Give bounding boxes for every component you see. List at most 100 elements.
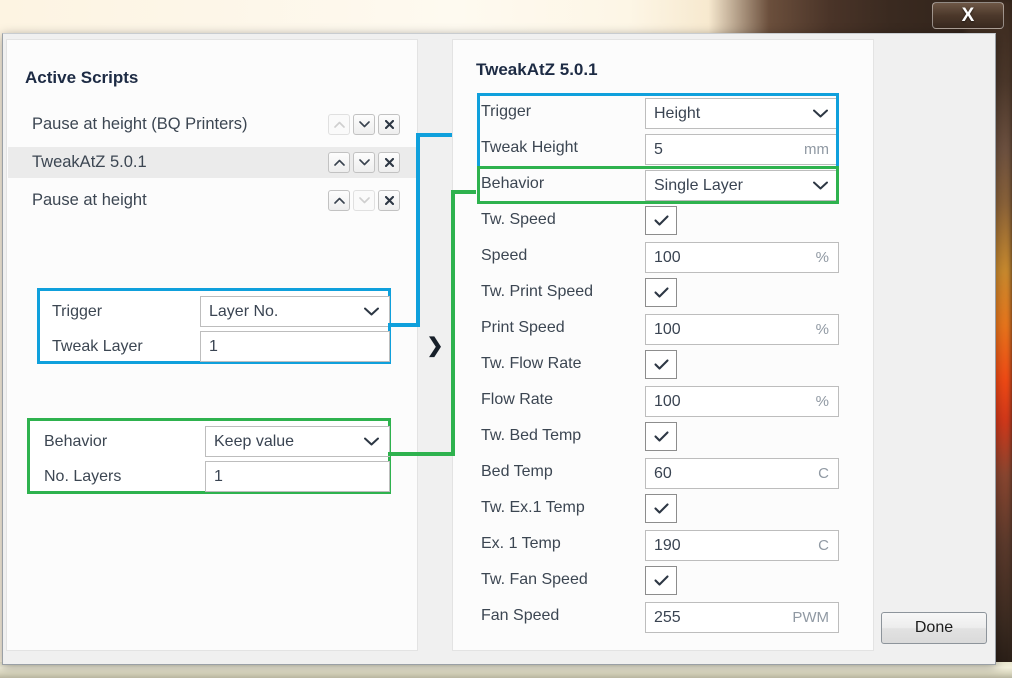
- property-input[interactable]: 60 C: [645, 458, 839, 489]
- left-behavior-label: Behavior: [44, 432, 108, 450]
- script-name: TweakAtZ 5.0.1: [32, 153, 147, 171]
- property-value: 190: [654, 536, 681, 554]
- property-row: Tw. Fan Speed: [453, 564, 873, 600]
- property-label: Tweak Height: [481, 139, 578, 156]
- panel-splitter[interactable]: ❯: [420, 39, 450, 651]
- left-trigger-value: Layer No.: [209, 302, 279, 320]
- property-label: Tw. Speed: [481, 211, 556, 228]
- property-unit: C: [818, 465, 829, 482]
- property-row: Trigger Height: [453, 96, 873, 132]
- script-settings-dialog: Active Scripts Pause at height (BQ Print…: [2, 33, 996, 665]
- script-row-buttons: [328, 152, 400, 173]
- property-label: Behavior: [481, 175, 545, 192]
- move-down-icon[interactable]: [353, 152, 375, 173]
- check-icon: [653, 575, 669, 586]
- property-row: Tweak Height 5 mm: [453, 132, 873, 168]
- left-tweak-layer-label: Tweak Layer: [52, 337, 143, 355]
- left-trigger-select[interactable]: Layer No.: [200, 296, 390, 327]
- property-row: Behavior Single Layer: [453, 168, 873, 204]
- remove-script-icon[interactable]: [378, 190, 400, 211]
- property-value: Height: [654, 104, 701, 122]
- script-name: Pause at height (BQ Printers): [32, 115, 248, 133]
- left-behavior-value: Keep value: [214, 432, 295, 450]
- script-row[interactable]: Pause at height: [8, 185, 416, 216]
- property-label: Trigger: [481, 103, 532, 120]
- move-down-icon[interactable]: [353, 114, 375, 135]
- property-label: Tw. Bed Temp: [481, 427, 582, 444]
- property-unit: PWM: [792, 609, 829, 626]
- property-row: Tw. Bed Temp: [453, 420, 873, 456]
- property-row: Tw. Flow Rate: [453, 348, 873, 384]
- property-input[interactable]: 255 PWM: [645, 602, 839, 633]
- left-tweak-layer-row: Tweak Layer 1: [40, 328, 390, 365]
- left-behavior-select[interactable]: Keep value: [205, 426, 390, 457]
- active-scripts-title: Active Scripts: [25, 68, 139, 87]
- left-trigger-group-highlight: Trigger Layer No. Tweak Layer 1: [37, 288, 391, 364]
- close-button[interactable]: X: [932, 2, 1004, 29]
- property-value: 255: [654, 608, 681, 626]
- script-row-buttons: [328, 114, 400, 135]
- done-button[interactable]: Done: [881, 612, 987, 644]
- property-unit: %: [815, 393, 829, 410]
- remove-script-icon[interactable]: [378, 152, 400, 173]
- script-settings-title: TweakAtZ 5.0.1: [476, 60, 598, 79]
- property-label: Tw. Print Speed: [481, 283, 594, 300]
- script-row[interactable]: Pause at height (BQ Printers): [8, 109, 416, 140]
- script-name: Pause at height: [32, 191, 147, 209]
- remove-script-icon[interactable]: [378, 114, 400, 135]
- chevron-down-icon: [813, 107, 838, 120]
- property-input[interactable]: 100%: [645, 314, 839, 345]
- chevron-down-icon: [364, 305, 389, 318]
- property-unit: %: [815, 249, 829, 266]
- left-no-layers-row: No. Layers 1: [30, 458, 390, 495]
- property-unit: %: [815, 321, 829, 338]
- property-unit: C: [818, 537, 829, 554]
- property-label: Print Speed: [481, 319, 565, 336]
- property-label: Speed: [481, 247, 528, 264]
- left-behavior-group-highlight: Behavior Keep value No. Layers 1: [27, 418, 391, 494]
- script-row-buttons: [328, 190, 400, 211]
- property-input[interactable]: 100%: [645, 386, 839, 417]
- property-checkbox[interactable]: [645, 278, 677, 307]
- left-no-layers-input[interactable]: 1: [205, 461, 390, 492]
- check-icon: [653, 215, 669, 226]
- property-value: 100: [654, 320, 681, 338]
- move-up-icon[interactable]: [328, 190, 350, 211]
- property-unit: mm: [804, 141, 829, 158]
- property-row: Tw. Ex.1 Temp: [453, 492, 873, 528]
- check-icon: [653, 431, 669, 442]
- property-row: Speed 100%: [453, 240, 873, 276]
- property-checkbox[interactable]: [645, 206, 677, 235]
- property-checkbox[interactable]: [645, 350, 677, 379]
- property-row: Tw. Print Speed: [453, 276, 873, 312]
- move-up-icon: [328, 114, 350, 135]
- check-icon: [653, 287, 669, 298]
- property-checkbox[interactable]: [645, 566, 677, 595]
- property-input[interactable]: 190 C: [645, 530, 839, 561]
- move-up-icon[interactable]: [328, 152, 350, 173]
- property-value: Single Layer: [654, 176, 743, 194]
- title-bar: X: [0, 0, 1012, 33]
- left-tweak-layer-value: 1: [209, 337, 218, 355]
- dialog-body: Active Scripts Pause at height (BQ Print…: [3, 34, 995, 664]
- move-down-icon: [353, 190, 375, 211]
- property-checkbox[interactable]: [645, 422, 677, 451]
- left-tweak-layer-input[interactable]: 1: [200, 331, 390, 362]
- script-row[interactable]: TweakAtZ 5.0.1: [8, 147, 416, 178]
- left-trigger-row: Trigger Layer No.: [40, 293, 390, 330]
- chevron-down-icon: [364, 435, 389, 448]
- property-select[interactable]: Height: [645, 98, 839, 129]
- left-no-layers-label: No. Layers: [44, 467, 122, 485]
- property-label: Fan Speed: [481, 607, 560, 624]
- property-value: 100: [654, 392, 681, 410]
- property-input[interactable]: 5 mm: [645, 134, 839, 165]
- property-select[interactable]: Single Layer: [645, 170, 839, 201]
- property-row: Ex. 1 Temp 190 C: [453, 528, 873, 564]
- property-row: Print Speed 100%: [453, 312, 873, 348]
- chevron-right-icon: ❯: [426, 334, 444, 357]
- property-checkbox[interactable]: [645, 494, 677, 523]
- property-input[interactable]: 100%: [645, 242, 839, 273]
- left-trigger-label: Trigger: [52, 302, 103, 320]
- left-no-layers-value: 1: [214, 467, 223, 485]
- property-label: Flow Rate: [481, 391, 554, 408]
